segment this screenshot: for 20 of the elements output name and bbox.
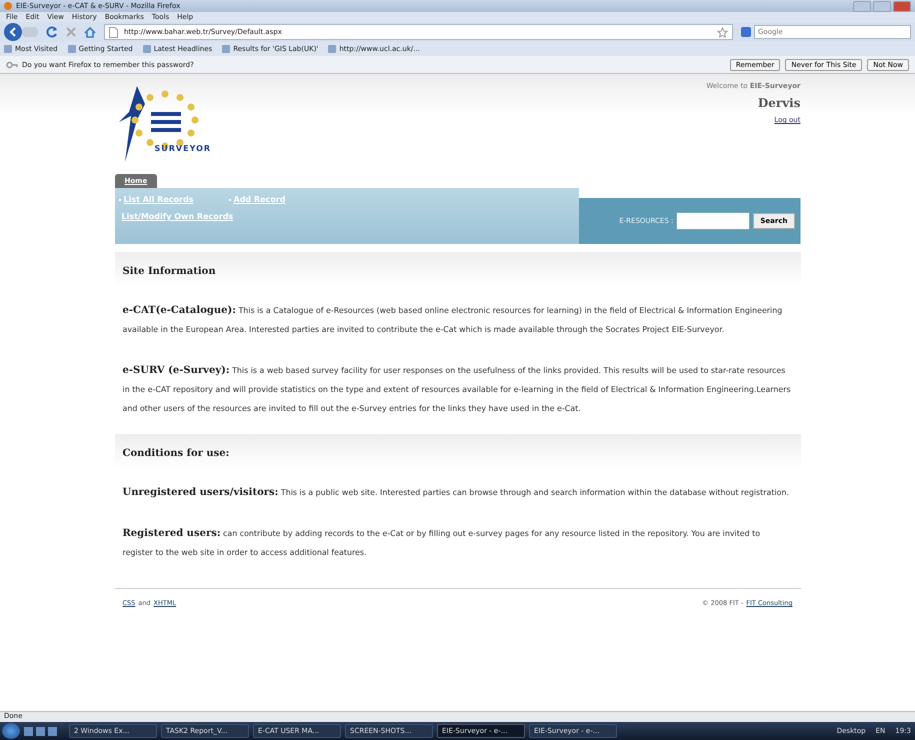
stop-icon[interactable] [66, 27, 76, 37]
bookmark-icon [4, 45, 12, 53]
bookmark-icon [142, 45, 151, 53]
start-button[interactable] [2, 723, 20, 739]
resource-search-field[interactable] [676, 212, 750, 230]
firefox-icon [4, 2, 12, 10]
bookmark-icon [68, 45, 76, 53]
star-icon[interactable] [717, 26, 728, 38]
logo-text: SURVEYOR [154, 144, 212, 153]
user-name: Dervis [758, 96, 800, 110]
reload-icon[interactable] [46, 26, 58, 38]
page-icon [109, 26, 118, 38]
back-button[interactable] [4, 23, 22, 41]
minimize-button[interactable] [853, 0, 871, 12]
key-icon [6, 60, 18, 70]
close-button[interactable] [893, 0, 911, 12]
bookmark-icon [222, 45, 230, 53]
maximize-button[interactable] [873, 0, 891, 12]
bookmark-icon [328, 45, 336, 53]
home-icon[interactable] [84, 26, 96, 38]
